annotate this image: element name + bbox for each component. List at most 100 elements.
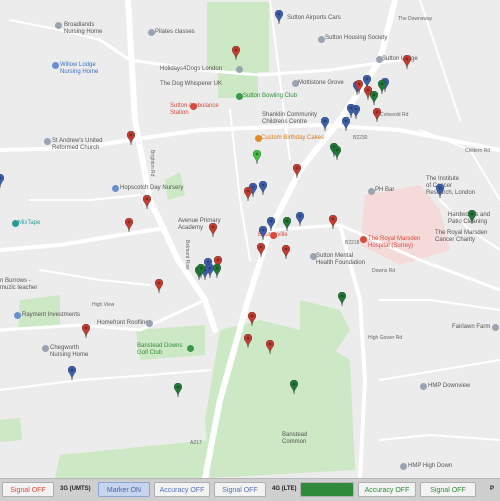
- map-pin-icon[interactable]: [82, 324, 90, 338]
- map-pin-icon[interactable]: [370, 91, 378, 105]
- map-pin-icon[interactable]: [373, 108, 381, 122]
- poi-dot[interactable]: [236, 66, 243, 73]
- map-pin-icon[interactable]: [232, 46, 240, 60]
- map-pin-icon[interactable]: [68, 366, 76, 380]
- label-banstead-downs: Banstead Downs Golf Club: [137, 343, 183, 356]
- poi-dot[interactable]: [42, 345, 49, 352]
- label-ph-bar: PH Bar: [375, 187, 395, 193]
- poi-dot[interactable]: [318, 36, 325, 43]
- map-pin-icon[interactable]: [321, 117, 329, 131]
- poi-dot[interactable]: [55, 22, 62, 29]
- map-pin-icon[interactable]: [282, 245, 290, 259]
- label-b2218: B2218: [345, 240, 360, 246]
- poi-dot[interactable]: [492, 324, 499, 331]
- label-sutton-bowling: Sutton Bowling Club: [243, 93, 298, 99]
- map-pin-icon[interactable]: [0, 174, 4, 188]
- poi-dot[interactable]: [52, 62, 59, 69]
- label-chegworth: Chegworth Nursing Home: [50, 345, 89, 358]
- map-pin-icon[interactable]: [378, 80, 386, 94]
- label-broadlands: Broadlands Nursing Home: [64, 22, 103, 35]
- label-dog-whisperer: The Dog Whisperer UK: [160, 81, 223, 87]
- accuracy-off-button[interactable]: Accuracy OFF: [154, 482, 210, 497]
- map-pin-icon[interactable]: [244, 334, 252, 348]
- group-label-p: P: [490, 486, 495, 492]
- map-pin-icon[interactable]: [296, 212, 304, 226]
- poi-dot[interactable]: [187, 345, 194, 352]
- map-pin-icon[interactable]: [355, 80, 363, 94]
- poi-dot[interactable]: [368, 188, 375, 195]
- poi-dot[interactable]: [292, 80, 299, 87]
- poi-dot[interactable]: [44, 138, 51, 145]
- map-pin-icon[interactable]: [125, 218, 133, 232]
- map-pin-icon[interactable]: [275, 10, 283, 24]
- poi-dot[interactable]: [420, 383, 427, 390]
- map-pin-icon[interactable]: [333, 146, 341, 160]
- poi-dot[interactable]: [360, 236, 367, 243]
- map-pin-icon[interactable]: [338, 292, 346, 306]
- map-pin-icon[interactable]: [248, 312, 256, 326]
- signal-off-button[interactable]: Signal OFF: [214, 482, 266, 497]
- label-rayment: Rayment Investments: [22, 312, 81, 318]
- map-pin-icon[interactable]: [143, 195, 151, 209]
- map-pin-icon[interactable]: [468, 210, 476, 224]
- map-pin-icon[interactable]: [342, 117, 350, 131]
- map-pin-icon[interactable]: [127, 131, 135, 145]
- poi-dot[interactable]: [190, 103, 197, 110]
- poi-dot[interactable]: [146, 320, 153, 327]
- map-pin-icon[interactable]: [266, 340, 274, 354]
- map-pin-icon[interactable]: [290, 380, 298, 394]
- label-sutton-mental: Sutton Mental Health Foundation: [316, 253, 366, 266]
- label-mixtape: MixTape: [18, 220, 41, 226]
- label-b2230: B2230: [353, 135, 368, 141]
- map-pin-icon[interactable]: [436, 184, 444, 198]
- label-belmont-rise: Belmont Rise: [184, 240, 190, 270]
- label-high-view: High View: [92, 302, 115, 308]
- map-pin-icon[interactable]: [253, 150, 261, 164]
- map-pin-icon[interactable]: [197, 264, 205, 278]
- map-pin-icon[interactable]: [213, 264, 221, 278]
- poi-dot[interactable]: [255, 135, 262, 142]
- label-hmp-highdown: HMP High Down: [408, 463, 453, 469]
- label-hmp-downview: HMP Downview: [428, 383, 471, 389]
- map-canvas[interactable]: Broadlands Nursing Home Pilates classes …: [0, 0, 500, 478]
- poi-dot[interactable]: [310, 253, 317, 260]
- map-pin-icon[interactable]: [329, 215, 337, 229]
- park-area: [207, 2, 269, 72]
- map-pin-icon[interactable]: [209, 223, 217, 237]
- label-brighton-rd: Brighton Rd: [149, 150, 155, 177]
- map-pin-icon[interactable]: [403, 55, 411, 69]
- poi-dot[interactable]: [270, 232, 277, 239]
- poi-dot[interactable]: [12, 220, 19, 227]
- map-pin-icon[interactable]: [283, 217, 291, 231]
- accuracy-off-button[interactable]: Accuracy OFF: [358, 482, 416, 497]
- signal-off-button[interactable]: Signal OFF: [2, 482, 54, 497]
- label-royal-marsden: The Royal Marsden Hospital (Surrey): [368, 236, 421, 249]
- poi-dot[interactable]: [236, 93, 243, 100]
- park-area: [55, 440, 210, 478]
- map-pin-icon[interactable]: [244, 187, 252, 201]
- map-pin-icon[interactable]: [352, 105, 360, 119]
- poi-dot[interactable]: [400, 463, 407, 470]
- marker-on-button[interactable]: Marker ON: [98, 482, 150, 497]
- map-pin-icon[interactable]: [155, 279, 163, 293]
- label-burrows: n Burrows - muzic teacher: [0, 278, 38, 291]
- poi-dot[interactable]: [376, 56, 383, 63]
- poi-dot[interactable]: [112, 185, 119, 192]
- label-chiltern-rd: Chiltern Rd: [465, 148, 491, 154]
- group-label-3g: 3G (UMTS): [60, 486, 91, 492]
- label-hopscotch: Hopscotch Day Nursery: [120, 185, 184, 191]
- marker-on-button[interactable]: Marker ON: [300, 482, 354, 497]
- signal-off-button[interactable]: Signal OFF: [420, 482, 476, 497]
- label-downs-rd: Downs Rd: [372, 268, 396, 274]
- label-custom-birthday: Custom Birthday Cakes: [261, 135, 325, 141]
- map-pin-icon[interactable]: [259, 181, 267, 195]
- map-pin-icon[interactable]: [174, 383, 182, 397]
- poi-dot[interactable]: [148, 29, 155, 36]
- map-pin-icon[interactable]: [259, 226, 267, 240]
- label-sutton-housing: Sutton Housing Society: [325, 35, 388, 41]
- map-pin-icon[interactable]: [257, 243, 265, 257]
- park-area: [232, 2, 262, 10]
- poi-dot[interactable]: [14, 312, 21, 319]
- map-pin-icon[interactable]: [267, 217, 275, 231]
- map-pin-icon[interactable]: [293, 164, 301, 178]
